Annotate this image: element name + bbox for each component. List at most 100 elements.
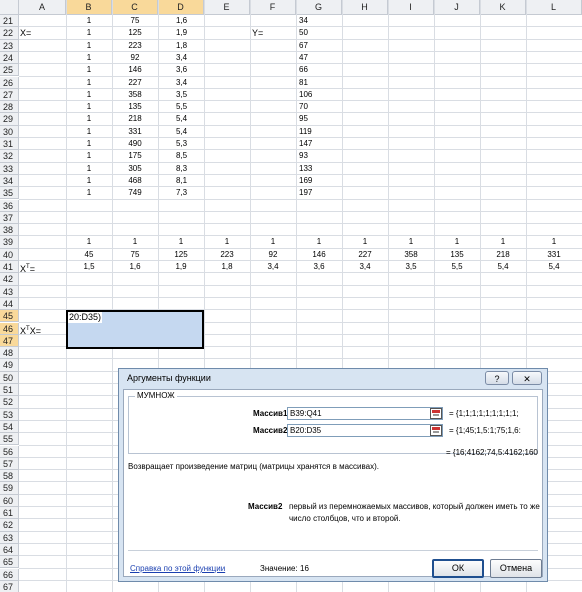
row-header-22[interactable]: 22 [0,27,19,40]
row-header-46[interactable]: 46 [0,322,19,335]
row-header-32[interactable]: 32 [0,150,19,163]
cell-c35: 749 [128,188,142,198]
select-all-corner[interactable] [0,0,19,15]
label-y: Y= [252,28,264,39]
grid-hline [19,284,582,286]
column-header-d[interactable]: D [158,0,204,15]
row-header-52[interactable]: 52 [0,396,19,409]
cell-f41: 3,4 [267,262,279,271]
arg2-result: = {1;45;1,5:1;75;1,6: [449,426,521,435]
row-header-59[interactable]: 59 [0,482,19,495]
row-header-47[interactable]: 47 [0,334,19,348]
cell-b35: 1 [86,188,92,198]
row-header-57[interactable]: 57 [0,457,19,471]
cancel-button[interactable]: Отмена [490,559,542,578]
row-header-65[interactable]: 65 [0,556,19,569]
arg1-label: Массив1 [253,409,288,418]
row-header-30[interactable]: 30 [0,125,19,138]
row-header-50[interactable]: 50 [0,371,19,384]
row-header-48[interactable]: 48 [0,347,19,360]
current-arg-desc-1: первый из перемножаемых массивов, которы… [289,502,540,511]
column-header-g[interactable]: G [296,0,342,15]
row-header-43[interactable]: 43 [0,285,19,298]
label-x: X= [20,28,32,39]
row-header-38[interactable]: 38 [0,224,19,237]
dialog-title: Аргументы функции [127,373,211,383]
row-header-64[interactable]: 64 [0,543,19,557]
row-header-26[interactable]: 26 [0,76,19,89]
row-header-29[interactable]: 29 [0,113,19,126]
row-header-67[interactable]: 67 [0,580,19,592]
cell-j41: 5,5 [451,262,463,271]
row-header-63[interactable]: 63 [0,531,19,544]
formula-edit-cell[interactable]: 20:D35) [68,312,103,323]
row-header-49[interactable]: 49 [0,359,19,372]
label-part: X= [29,325,41,336]
column-header-a[interactable]: A [19,0,66,15]
row-header-25[interactable]: 25 [0,64,19,77]
row-header-40[interactable]: 40 [0,248,19,261]
label-xtx: XTX= [20,322,41,338]
row-header-34[interactable]: 34 [0,174,19,188]
row-header-35[interactable]: 35 [0,187,19,200]
close-button[interactable]: ✕ [512,371,542,385]
function-name: МУМНОЖ [135,391,177,400]
column-header-i[interactable]: I [388,0,434,15]
arg2-input[interactable]: B20:D35 [287,424,443,437]
row-header-24[interactable]: 24 [0,51,19,65]
dialog-titlebar[interactable]: Аргументы функции ? ✕ [119,369,547,389]
row-header-60[interactable]: 60 [0,494,19,507]
column-header-b[interactable]: B [66,0,112,15]
label-part: = [29,264,35,274]
function-result: = {16;4162;74,5:4162;160 [446,448,538,457]
row-header-56[interactable]: 56 [0,445,19,458]
help-link[interactable]: Справка по этой функции [130,564,225,573]
row-header-27[interactable]: 27 [0,88,19,102]
row-header-23[interactable]: 23 [0,39,19,52]
row-header-33[interactable]: 33 [0,162,19,175]
arg1-collapse-icon[interactable] [430,408,442,419]
column-header-e[interactable]: E [204,0,250,15]
arg2-collapse-icon[interactable] [430,425,442,436]
row-header-62[interactable]: 62 [0,519,19,532]
row-header-21[interactable]: 21 [0,15,19,28]
column-header-h[interactable]: H [342,0,388,15]
cell-e41: 1,8 [221,262,233,271]
row-header-28[interactable]: 28 [0,101,19,114]
value-text: 16 [300,564,309,573]
value-label: Значение: [260,564,298,573]
row-header-44[interactable]: 44 [0,297,19,311]
function-arguments-dialog: Аргументы функции ? ✕ МУМНОЖ Массив1 B39… [118,368,548,582]
function-description: Возвращает произведение матриц (матрицы … [128,462,379,471]
row-header-66[interactable]: 66 [0,568,19,581]
row-header-41[interactable]: 41 [0,261,19,274]
row-header-53[interactable]: 53 [0,408,19,421]
grid-hline [19,223,582,225]
row-header-37[interactable]: 37 [0,211,19,225]
help-button[interactable]: ? [485,371,509,385]
column-header-j[interactable]: J [434,0,480,15]
row-header-39[interactable]: 39 [0,236,19,249]
row-header-61[interactable]: 61 [0,507,19,520]
row-header-42[interactable]: 42 [0,273,19,286]
cell-d41: 1,9 [175,262,187,271]
row-header-55[interactable]: 55 [0,433,19,446]
column-header-c[interactable]: C [112,0,158,15]
cell-c41: 1,6 [129,262,141,271]
row-header-54[interactable]: 54 [0,420,19,434]
cell-g41: 3,6 [313,262,325,271]
row-header-58[interactable]: 58 [0,470,19,483]
row-header-45[interactable]: 45 [0,310,19,323]
row-header-31[interactable]: 31 [0,138,19,151]
row-header-51[interactable]: 51 [0,384,19,397]
ok-button[interactable]: ОК [432,559,484,578]
column-header-k[interactable]: K [480,0,526,15]
grid-hline [19,210,582,212]
label-xt: XT= [20,260,35,276]
column-header-l[interactable]: L [526,0,582,15]
row-header-36[interactable]: 36 [0,199,19,212]
cell-b41: 1,5 [83,262,95,271]
column-header-f[interactable]: F [250,0,296,15]
cell-g35: 197 [299,188,313,198]
arg1-input[interactable]: B39:Q41 [287,407,443,420]
